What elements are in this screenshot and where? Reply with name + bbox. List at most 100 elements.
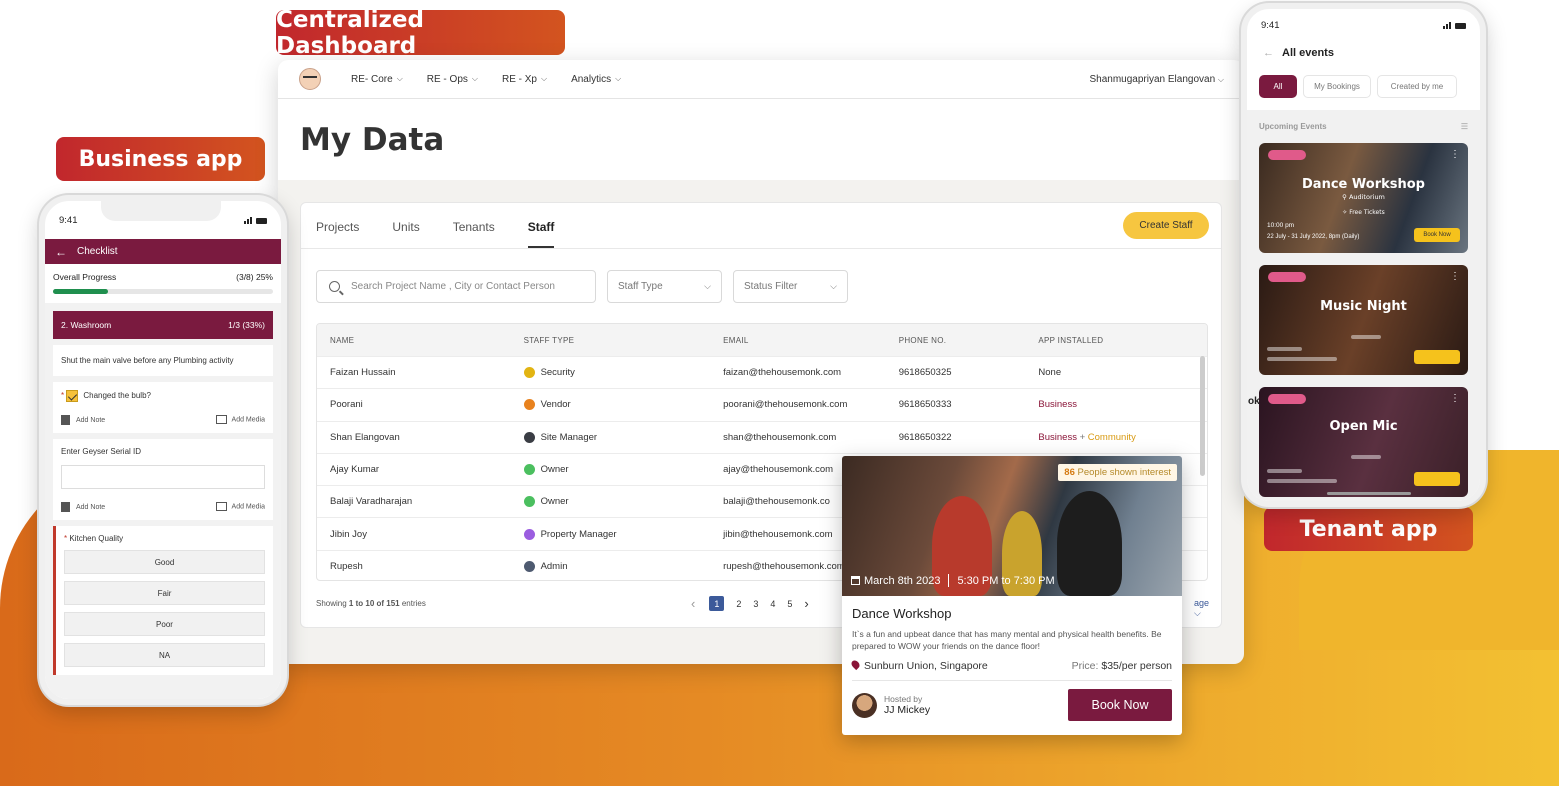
event-location-row: Sunburn Union, Singapore Price: $35/per … xyxy=(849,658,1172,672)
interest-count: 86 xyxy=(1064,467,1075,478)
section-title: 2. Washroom xyxy=(61,320,112,330)
page-1[interactable]: 1 xyxy=(709,596,725,611)
tab-units[interactable]: Units xyxy=(392,220,419,248)
instruction-box: Shut the main valve before any Plumbing … xyxy=(53,345,273,376)
placeholder-line xyxy=(1267,357,1337,361)
event-tile-book-button[interactable] xyxy=(1414,350,1460,364)
event-tile-music[interactable]: ⋮ Music Night xyxy=(1259,265,1468,375)
cell-staff-type: Admin xyxy=(523,560,724,572)
add-note-button[interactable]: Add Note xyxy=(61,502,105,512)
add-media-button[interactable]: Add Media xyxy=(215,502,265,512)
overall-progress-label: Overall Progress xyxy=(53,272,117,282)
quality-option-na[interactable]: NA xyxy=(64,643,265,667)
table-row[interactable]: Shan Elangovan Site Manager shan@thehousem… xyxy=(317,420,1207,453)
dashboard-topbar: RE- Core ⌵ RE - Ops ⌵ RE - Xp ⌵ Analytics ⌵ Sha… xyxy=(278,60,1244,99)
chip-all[interactable]: All xyxy=(1259,75,1297,98)
nav-item-3[interactable]: Analytics ⌵ xyxy=(571,74,621,85)
dashboard-badge: Centralized Dashboard xyxy=(276,7,565,59)
signal-battery-icon xyxy=(244,216,267,224)
filter-chips: All My Bookings Created by me xyxy=(1247,65,1480,98)
nav-item-0[interactable]: RE- Core ⌵ xyxy=(351,74,403,85)
cell-app-installed: Business + Community xyxy=(1038,432,1207,443)
section-header[interactable]: 2. Washroom 1/3 (33%) xyxy=(53,311,273,339)
staff-type-label: Site Manager xyxy=(540,431,598,443)
required-marker: * xyxy=(64,534,68,543)
table-scrollbar[interactable] xyxy=(1200,356,1205,476)
search-placeholder: Search Project Name , City or Contact Pe… xyxy=(351,281,555,292)
staff-type-label: Property Manager xyxy=(540,528,617,540)
nav-item-2[interactable]: RE - Xp ⌵ xyxy=(502,74,547,85)
event-tile-ticket: ✧ Free Tickets xyxy=(1342,209,1385,216)
quality-label: Kitchen Quality xyxy=(69,534,124,543)
filter-icon[interactable]: ☰ xyxy=(1461,122,1468,131)
status-dot-icon xyxy=(523,528,535,540)
table-row[interactable]: Poorani Vendor poorani@thehousemonk.com 961… xyxy=(317,388,1207,420)
nav-item-label: RE- Core xyxy=(351,73,393,85)
add-media-button[interactable]: Add Media xyxy=(215,415,265,425)
page-5[interactable]: 5 xyxy=(787,599,792,609)
event-tile-book-button[interactable]: Book Now xyxy=(1414,228,1460,242)
quality-option-poor[interactable]: Poor xyxy=(64,612,265,636)
app-primary: Business xyxy=(1038,399,1077,411)
tab-tenants[interactable]: Tenants xyxy=(453,220,495,248)
status-dot-icon xyxy=(523,399,535,411)
event-tile-title: Open Mic xyxy=(1329,419,1398,434)
chip-my-bookings[interactable]: My Bookings xyxy=(1303,75,1371,98)
create-staff-button[interactable]: Create Staff xyxy=(1123,212,1209,239)
prev-page-icon[interactable]: ‹ xyxy=(691,596,695,611)
quality-option-good[interactable]: Good xyxy=(64,550,265,574)
staff-type-label: Admin xyxy=(540,560,568,572)
host-name: JJ Mickey xyxy=(884,704,931,716)
placeholder-line xyxy=(1351,335,1381,339)
checkbox-checked[interactable] xyxy=(66,390,79,402)
back-arrow-icon[interactable]: ← xyxy=(1263,47,1274,59)
cell-staff-type: Security xyxy=(523,367,724,379)
placeholder-line xyxy=(1351,455,1381,459)
status-filter-select[interactable]: Status Filter ⌵ xyxy=(733,270,848,303)
page-2[interactable]: 2 xyxy=(736,599,741,609)
staff-type-label: Owner xyxy=(540,464,569,476)
phone-notch xyxy=(101,201,221,221)
quality-option-fair[interactable]: Fair xyxy=(64,581,265,605)
chip-created-by-me[interactable]: Created by me xyxy=(1377,75,1457,98)
brand-logo-icon xyxy=(1268,394,1306,404)
cell-name: Poorani xyxy=(330,399,363,411)
page-3[interactable]: 3 xyxy=(753,599,758,609)
user-menu[interactable]: Shanmugapriyan Elangovan ⌵ xyxy=(1089,74,1224,85)
logo-avatar-icon[interactable] xyxy=(299,68,321,90)
per-page-select[interactable]: age ⌵ xyxy=(1194,598,1209,619)
more-icon[interactable]: ⋮ xyxy=(1450,149,1460,160)
host-info: Hosted by JJ Mickey xyxy=(884,694,930,716)
tenant-app-badge: Tenant app xyxy=(1264,507,1473,551)
hosted-by-label: Hosted by xyxy=(884,694,923,704)
status-dot-icon xyxy=(523,560,535,572)
event-tile-dance[interactable]: ⋮ Dance Workshop ⚲ Auditorium ✧ Free Tic… xyxy=(1259,143,1468,253)
tab-staff[interactable]: Staff xyxy=(527,220,555,248)
page-4[interactable]: 4 xyxy=(770,599,775,609)
table-row[interactable]: Faizan Hussain Security faizan@thehousemon… xyxy=(317,356,1207,388)
event-tile-book-button[interactable] xyxy=(1414,472,1460,486)
status-time: 9:41 xyxy=(59,214,78,226)
upcoming-row: Upcoming Events ☰ xyxy=(1259,122,1468,131)
per-page-label: age xyxy=(1194,598,1210,608)
more-icon[interactable]: ⋮ xyxy=(1450,271,1460,282)
nav-item-label: RE - Ops xyxy=(426,73,468,85)
cell-app-installed: None xyxy=(1038,367,1207,378)
side-text-fragment: ok xyxy=(1248,396,1260,407)
geyser-serial-input[interactable] xyxy=(61,465,265,489)
add-note-button[interactable]: Add Note xyxy=(61,415,105,425)
event-card[interactable]: 86 People shown interest March 8th 2023 … xyxy=(842,456,1182,735)
event-time: 5:30 PM to 7:30 PM xyxy=(957,574,1055,587)
more-icon[interactable]: ⋮ xyxy=(1450,393,1460,404)
event-tile-openmic[interactable]: ⋮ Open Mic xyxy=(1259,387,1468,497)
tab-projects[interactable]: Projects xyxy=(316,220,359,248)
nav-item-1[interactable]: RE - Ops ⌵ xyxy=(427,74,478,85)
media-icon xyxy=(215,415,227,424)
staff-type-select[interactable]: Staff Type ⌵ xyxy=(607,270,722,303)
book-now-button[interactable]: Book Now xyxy=(1068,689,1172,721)
upcoming-label: Upcoming Events xyxy=(1259,122,1327,131)
back-arrow-icon[interactable]: ← xyxy=(55,245,67,259)
search-input[interactable]: Search Project Name , City or Contact Pe… xyxy=(316,270,596,303)
next-page-icon[interactable]: › xyxy=(804,596,808,611)
venue-text: Auditorium xyxy=(1348,193,1385,201)
